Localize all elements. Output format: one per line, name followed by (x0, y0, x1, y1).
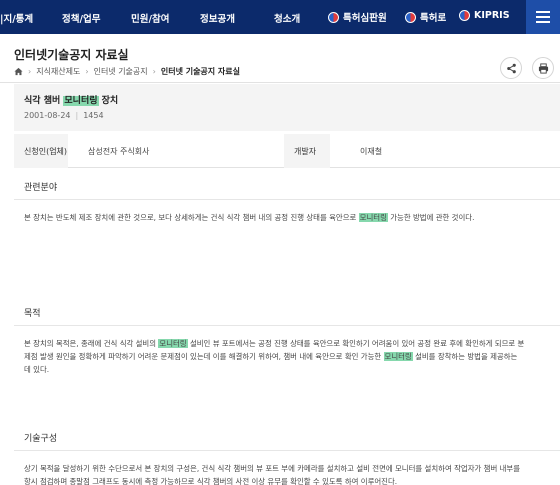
section-title-tech: 기술구성 (24, 434, 58, 444)
text-line: 본 장치의 목적은, 종래에 건식 식각 설비의 모니터링 설비인 뷰 포트에서… (24, 337, 556, 350)
search-highlight: 모니터링 (158, 339, 188, 348)
home-icon[interactable] (14, 67, 23, 76)
text-line: 항시 점검하며 종말점 그래프도 동시에 측정 가능하므로 식각 챔버의 사전 … (24, 477, 398, 485)
top-navigation: |지/통계 정책/업무 민원/참여 정보공개 청소개 특허심판원 특허로 KIP… (0, 0, 560, 34)
link-patent-ro-label: 특허로 (420, 13, 447, 24)
developer-value: 이재철 (360, 146, 383, 156)
section-text-field: 본 장치는 반도체 제조 장치에 관한 것으로, 보다 상세하게는 건식 식각 … (24, 211, 556, 224)
section-text-purpose: 본 장치의 목적은, 종래에 건식 식각 설비의 모니터링 설비인 뷰 포트에서… (24, 337, 556, 376)
breadcrumb-item-ip-system[interactable]: 지식재산제도 (36, 66, 80, 77)
applicant-value: 삼성전자 주식회사 (88, 146, 150, 156)
search-highlight: 모니터링 (358, 213, 388, 222)
section-title-field: 관련분야 (24, 183, 58, 193)
document-date: 2001-08-24 (24, 111, 71, 120)
document-header: 식각 챔버 모니터링 장치 2001-08-24 | 1454 (14, 84, 560, 131)
section-text: 가능한 방법에 관한 것이다. (387, 213, 475, 222)
breadcrumb: › 지식재산제도 › 인터넷 기술공지 › 인터넷 기술공지 자료실 (14, 66, 240, 77)
section-text: 제점 발생 원인을 정확하게 파악하기 어려운 문제점이 있는데 이를 해결하기… (24, 352, 384, 361)
section-text-tech: 상기 목적을 달성하기 위한 수단으로서 본 장치의 구성은, 건식 식각 챔버… (24, 462, 556, 485)
link-kipris-label: KIPRIS (474, 10, 510, 21)
developer-label: 개발자 (284, 134, 330, 168)
document-title: 식각 챔버 모니터링 장치 (24, 93, 118, 106)
kipo-logo-icon (459, 10, 470, 21)
applicant-label: 신청인(업체) (14, 134, 68, 168)
link-patent-ro[interactable]: 특허로 (405, 10, 446, 24)
link-patent-tribunal-label: 특허심판원 (343, 13, 387, 24)
breadcrumb-item-current: 인터넷 기술공지 자료실 (160, 67, 241, 76)
section-text: 본 장치의 목적은, 종래에 건식 식각 설비의 (24, 339, 159, 348)
divider (14, 199, 560, 200)
section-text: 본 장치는 반도체 제조 장치에 관한 것으로, 보다 상세하게는 건식 식각 … (24, 213, 359, 222)
page-title: 인터넷기술공지 자료실 (14, 48, 129, 62)
search-highlight: 모니터링 (383, 352, 413, 361)
text-line: 제점 발생 원인을 정확하게 파악하기 어려운 문제점이 있는데 이를 해결하기… (24, 350, 556, 363)
nav-item-civil[interactable]: 민원/참여 (131, 11, 169, 25)
breadcrumb-item-tech-notice[interactable]: 인터넷 기술공지 (94, 66, 148, 77)
nav-item-statistics[interactable]: |지/통계 (0, 11, 33, 25)
breadcrumb-separator: › (85, 67, 89, 76)
section-text: 설비인 뷰 포트에서는 공정 진행 상태를 육안으로 확인하기 어려움이 있어 … (187, 339, 525, 348)
text-line: 데 있다. (24, 365, 50, 374)
info-row: 신청인(업체) 삼성전자 주식회사 개발자 이재철 (14, 134, 560, 168)
print-icon (538, 62, 548, 74)
document-views: 1454 (83, 111, 104, 120)
hamburger-menu-icon[interactable] (526, 0, 560, 34)
breadcrumb-separator: › (152, 67, 156, 76)
divider (14, 450, 560, 451)
nav-item-info[interactable]: 정보공개 (200, 11, 235, 25)
document-title-text: 장치 (98, 96, 119, 106)
document-title-text: 식각 챔버 (24, 96, 64, 106)
kipo-logo-icon (405, 11, 416, 23)
text-line: 상기 목적을 달성하기 위한 수단으로서 본 장치의 구성은, 건식 식각 챔버… (24, 464, 520, 473)
section-text: 설비를 장착하는 방법을 제공하는 (412, 352, 518, 361)
nav-item-agency[interactable]: 청소개 (274, 11, 300, 25)
share-icon (506, 63, 516, 73)
link-patent-tribunal[interactable]: 특허심판원 (328, 10, 387, 24)
kipo-logo-icon (328, 11, 339, 23)
document-meta: 2001-08-24 | 1454 (24, 111, 104, 120)
print-button[interactable] (532, 57, 554, 79)
divider (0, 82, 560, 83)
breadcrumb-separator: › (28, 67, 32, 76)
section-title-purpose: 목적 (24, 309, 41, 319)
share-button[interactable] (500, 57, 522, 79)
divider (14, 325, 560, 326)
search-highlight: 모니터링 (63, 96, 99, 106)
meta-separator: | (75, 111, 79, 120)
nav-item-policy[interactable]: 정책/업무 (62, 11, 100, 25)
link-kipris[interactable]: KIPRIS (459, 10, 510, 21)
